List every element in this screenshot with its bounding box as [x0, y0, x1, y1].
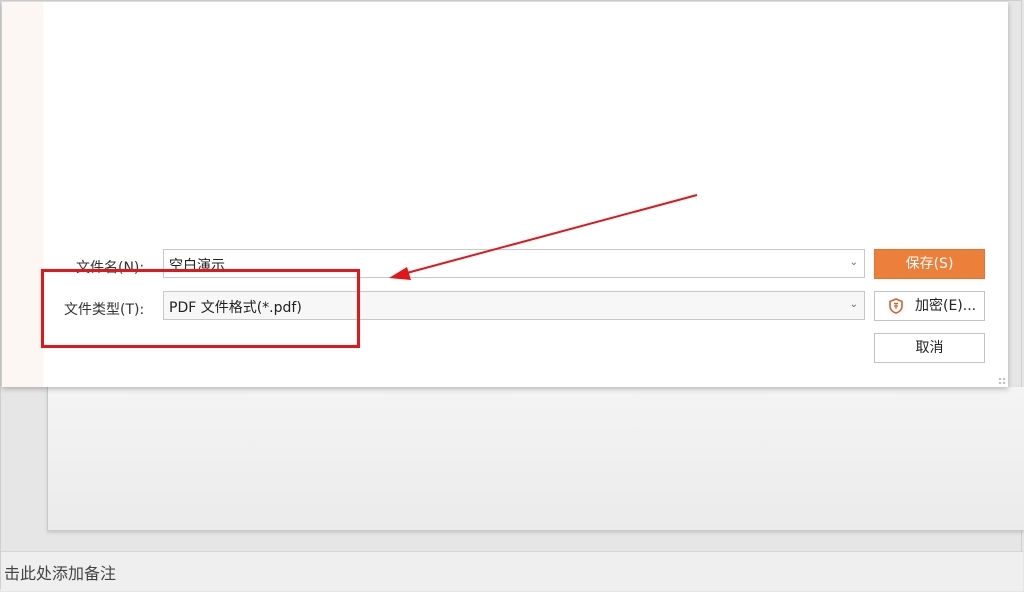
app-window: 击此处添加备注 文件名(N): 空白演示 ⌄ 文件类型(T): PDF 文件格式… — [0, 0, 1024, 591]
annotation-arrow — [389, 194, 698, 280]
